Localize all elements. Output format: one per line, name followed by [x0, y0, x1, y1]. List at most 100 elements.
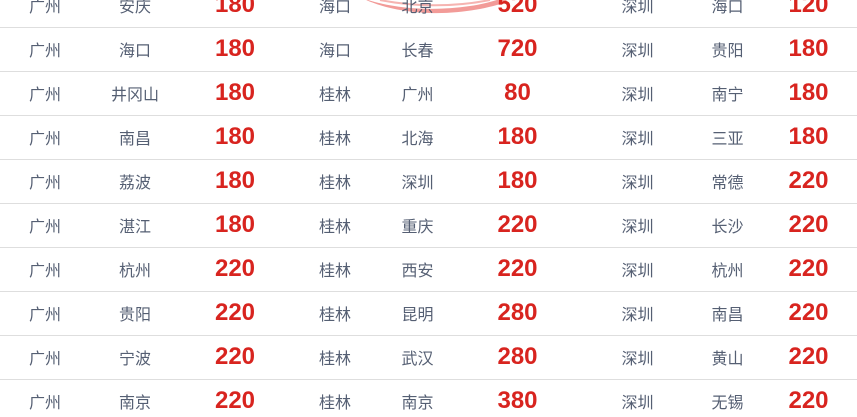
route1-destination-cell: 南京 [90, 379, 180, 417]
route3-destination-cell: 杭州 [695, 247, 760, 292]
route3-price-cell: 220 [760, 379, 857, 417]
route1-origin-cell: 广州 [0, 27, 90, 72]
route1-destination-cell: 湛江 [90, 203, 180, 248]
route2-price-cell: 220 [455, 247, 580, 292]
table-row: 广州 贵阳 220 桂林 昆明 280 深圳 南昌 220 [0, 291, 857, 336]
route1-origin-cell: 广州 [0, 335, 90, 380]
route2-destination-cell: 北京 [380, 0, 455, 28]
route2-price-cell: 520 [455, 0, 580, 28]
route2-destination-cell: 武汉 [380, 335, 455, 380]
route3-destination-cell: 海口 [695, 0, 760, 28]
route1-price-cell: 180 [180, 203, 290, 248]
route2-origin-cell: 桂林 [290, 247, 380, 292]
route2-price-cell: 220 [455, 203, 580, 248]
route2-origin-cell: 桂林 [290, 203, 380, 248]
table-row: 广州 南京 220 桂林 南京 380 深圳 无锡 220 [0, 379, 857, 417]
route3-price-cell: 120 [760, 0, 857, 28]
route2-price-cell: 720 [455, 27, 580, 72]
route1-origin-cell: 广州 [0, 203, 90, 248]
route3-origin-cell: 深圳 [580, 203, 695, 248]
route1-destination-cell: 安庆 [90, 0, 180, 28]
route3-price-cell: 220 [760, 247, 857, 292]
route1-origin-cell: 广州 [0, 159, 90, 204]
route3-destination-cell: 三亚 [695, 115, 760, 160]
route1-origin-cell: 广州 [0, 247, 90, 292]
route1-destination-cell: 宁波 [90, 335, 180, 380]
route2-price-cell: 280 [455, 335, 580, 380]
route1-price-cell: 180 [180, 0, 290, 28]
route2-origin-cell: 桂林 [290, 379, 380, 417]
route1-origin-cell: 广州 [0, 71, 90, 116]
route1-price-cell: 220 [180, 335, 290, 380]
table-row: 广州 海口 180 海口 长春 720 深圳 贵阳 180 [0, 27, 857, 72]
route3-price-cell: 220 [760, 291, 857, 336]
route2-destination-cell: 西安 [380, 247, 455, 292]
route1-price-cell: 220 [180, 379, 290, 417]
route1-destination-cell: 杭州 [90, 247, 180, 292]
route1-origin-cell: 广州 [0, 0, 90, 28]
route1-price-cell: 220 [180, 291, 290, 336]
table-row: 广州 杭州 220 桂林 西安 220 深圳 杭州 220 [0, 247, 857, 292]
route2-destination-cell: 长春 [380, 27, 455, 72]
route3-origin-cell: 深圳 [580, 159, 695, 204]
route3-origin-cell: 深圳 [580, 0, 695, 28]
route3-price-cell: 220 [760, 335, 857, 380]
route3-destination-cell: 无锡 [695, 379, 760, 417]
route1-destination-cell: 贵阳 [90, 291, 180, 336]
route2-price-cell: 280 [455, 291, 580, 336]
fare-table: 广州 安庆 180 海口 北京 520 深圳 海口 120 广州 海口 180 海口 长春 720 深圳 贵阳 1… [0, 0, 857, 417]
route3-destination-cell: 黄山 [695, 335, 760, 380]
route3-destination-cell: 南昌 [695, 291, 760, 336]
route3-origin-cell: 深圳 [580, 291, 695, 336]
route2-origin-cell: 桂林 [290, 159, 380, 204]
route3-price-cell: 180 [760, 27, 857, 72]
route1-price-cell: 180 [180, 71, 290, 116]
route3-origin-cell: 深圳 [580, 379, 695, 417]
table-row: 广州 安庆 180 海口 北京 520 深圳 海口 120 [0, 0, 857, 28]
route3-price-cell: 180 [760, 71, 857, 116]
table-row: 广州 井冈山 180 桂林 广州 80 深圳 南宁 180 [0, 71, 857, 116]
route3-destination-cell: 贵阳 [695, 27, 760, 72]
route1-destination-cell: 井冈山 [90, 71, 180, 116]
route3-destination-cell: 长沙 [695, 203, 760, 248]
table-row: 广州 荔波 180 桂林 深圳 180 深圳 常德 220 [0, 159, 857, 204]
table-row: 广州 湛江 180 桂林 重庆 220 深圳 长沙 220 [0, 203, 857, 248]
route1-origin-cell: 广州 [0, 379, 90, 417]
route3-origin-cell: 深圳 [580, 115, 695, 160]
route1-price-cell: 180 [180, 27, 290, 72]
route1-destination-cell: 海口 [90, 27, 180, 72]
route1-destination-cell: 南昌 [90, 115, 180, 160]
route3-price-cell: 180 [760, 115, 857, 160]
route3-origin-cell: 深圳 [580, 71, 695, 116]
route2-price-cell: 180 [455, 159, 580, 204]
route2-origin-cell: 桂林 [290, 291, 380, 336]
route1-price-cell: 180 [180, 159, 290, 204]
route3-origin-cell: 深圳 [580, 247, 695, 292]
route2-destination-cell: 广州 [380, 71, 455, 116]
route1-origin-cell: 广州 [0, 115, 90, 160]
route2-destination-cell: 昆明 [380, 291, 455, 336]
fare-rows: 广州 安庆 180 海口 北京 520 深圳 海口 120 广州 海口 180 海口 长春 720 深圳 贵阳 1… [0, 0, 857, 417]
route3-origin-cell: 深圳 [580, 335, 695, 380]
route3-price-cell: 220 [760, 159, 857, 204]
route3-origin-cell: 深圳 [580, 27, 695, 72]
route1-price-cell: 220 [180, 247, 290, 292]
route2-price-cell: 380 [455, 379, 580, 417]
route1-destination-cell: 荔波 [90, 159, 180, 204]
route2-origin-cell: 桂林 [290, 115, 380, 160]
route2-price-cell: 180 [455, 115, 580, 160]
route2-destination-cell: 南京 [380, 379, 455, 417]
table-row: 广州 南昌 180 桂林 北海 180 深圳 三亚 180 [0, 115, 857, 160]
route1-price-cell: 180 [180, 115, 290, 160]
route3-destination-cell: 常德 [695, 159, 760, 204]
table-row: 广州 宁波 220 桂林 武汉 280 深圳 黄山 220 [0, 335, 857, 380]
route2-destination-cell: 重庆 [380, 203, 455, 248]
route2-destination-cell: 深圳 [380, 159, 455, 204]
route2-origin-cell: 桂林 [290, 335, 380, 380]
route1-origin-cell: 广州 [0, 291, 90, 336]
route2-origin-cell: 海口 [290, 0, 380, 28]
route2-price-cell: 80 [455, 71, 580, 116]
route2-origin-cell: 海口 [290, 27, 380, 72]
route2-origin-cell: 桂林 [290, 71, 380, 116]
route3-destination-cell: 南宁 [695, 71, 760, 116]
